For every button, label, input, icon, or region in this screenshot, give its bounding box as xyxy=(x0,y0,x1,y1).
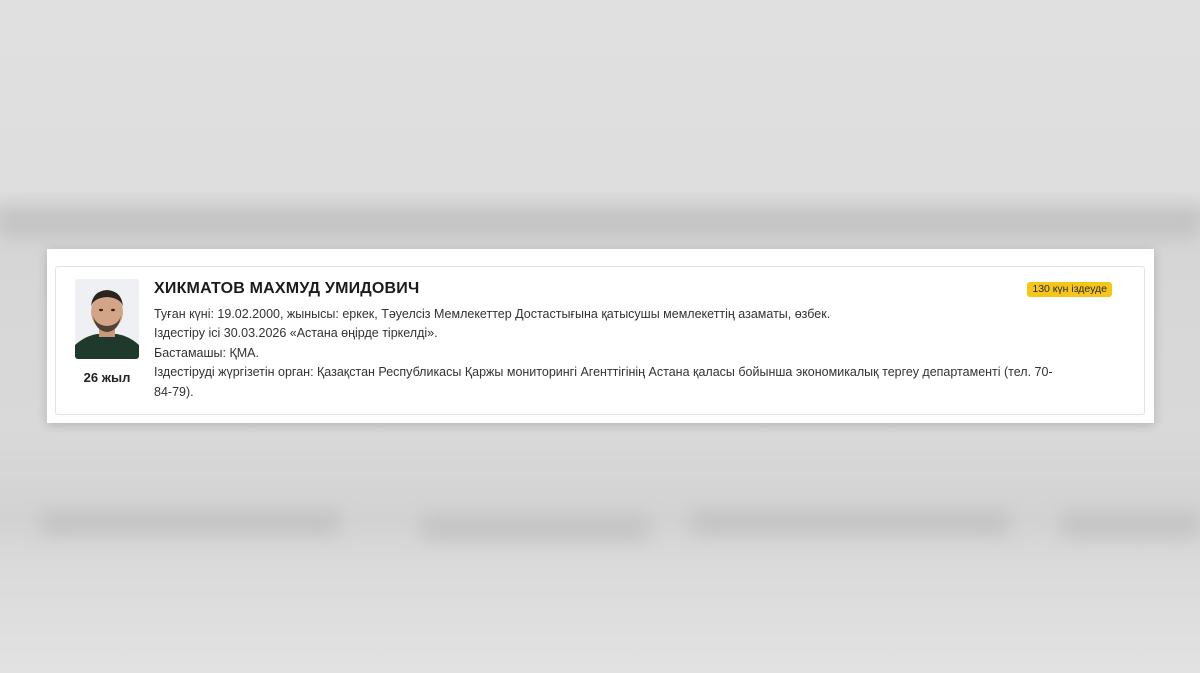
detail-authority-line-cont: 84-79). xyxy=(154,384,194,399)
detail-initiator-line: Бастамашы: ҚМА. xyxy=(154,345,259,360)
age-label: 26 жыл xyxy=(83,370,131,385)
status-badge: 130 күн іздеуде xyxy=(1027,282,1112,297)
detail-birth-line: Туған күні: 19.02.2000, жынысы: еркек, Т… xyxy=(154,307,831,321)
wanted-person-panel: 26 жыл ХИКМАТОВ МАХМУД УМИДОВИЧ Туған кү… xyxy=(47,249,1154,423)
blurred-row xyxy=(690,510,1010,536)
detail-case-line: Іздестіру ісі 30.03.2026 «Астана өңірде … xyxy=(154,326,438,341)
detail-authority-line: Іздестіруді жүргізетін орган: Қазақстан … xyxy=(154,365,1053,380)
person-info: ХИКМАТОВ МАХМУД УМИДОВИЧ Туған күні: 19.… xyxy=(154,279,1126,402)
blurred-row xyxy=(40,510,340,536)
blurred-row xyxy=(420,515,650,541)
person-name[interactable]: ХИКМАТОВ МАХМУД УМИДОВИЧ xyxy=(154,279,1126,299)
photo-column: 26 жыл xyxy=(75,279,139,385)
blurred-row xyxy=(0,210,1200,240)
person-card[interactable]: 26 жыл ХИКМАТОВ МАХМУД УМИДОВИЧ Туған кү… xyxy=(55,266,1145,415)
blurred-row xyxy=(1060,512,1200,538)
person-photo[interactable] xyxy=(75,279,139,359)
person-details: Туған күні: 19.02.2000, жынысы: еркек, Т… xyxy=(154,305,1126,402)
